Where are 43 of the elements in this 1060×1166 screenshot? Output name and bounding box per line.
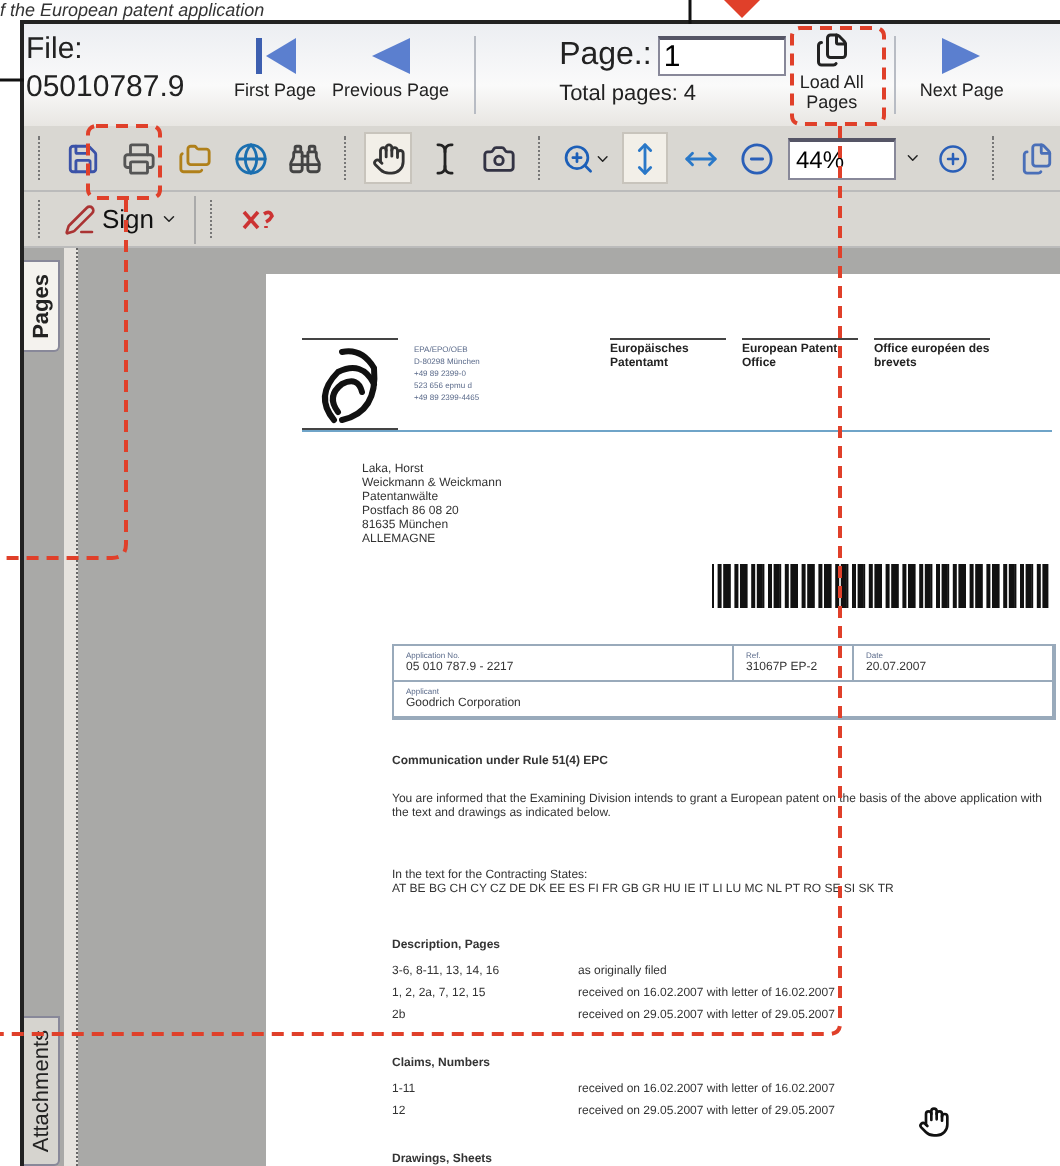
hand-tool[interactable] bbox=[364, 132, 413, 184]
x-question-icon bbox=[241, 209, 278, 229]
fit-page-tool[interactable] bbox=[621, 132, 669, 184]
save-icon bbox=[66, 141, 101, 175]
zoom-field[interactable]: 44% bbox=[787, 137, 896, 179]
load-all-pages-button[interactable]: Load All Pages bbox=[785, 24, 878, 126]
file-label: File: bbox=[26, 32, 85, 66]
side-tab[interactable]: Attachments bbox=[24, 1015, 60, 1166]
pages-icon bbox=[813, 32, 850, 68]
caret-icon bbox=[160, 210, 179, 228]
previous-page-icon bbox=[368, 36, 413, 76]
callout-frame bbox=[790, 26, 886, 126]
next-page-button[interactable]: Next Page bbox=[911, 24, 1012, 126]
print-icon bbox=[121, 141, 156, 175]
zoom-in-icon bbox=[561, 141, 594, 175]
pages-icon bbox=[1019, 141, 1054, 175]
first-page-icon bbox=[253, 36, 297, 76]
sign-button[interactable]: Sign bbox=[60, 195, 197, 243]
hand-icon bbox=[371, 141, 406, 175]
camera-icon bbox=[482, 141, 517, 175]
page-label: Page.: bbox=[559, 38, 652, 74]
splitter-handle[interactable] bbox=[64, 248, 78, 1166]
pointer-arrow bbox=[724, 0, 760, 18]
leader-line bbox=[0, 78, 24, 82]
zoom-out-icon bbox=[739, 141, 774, 175]
first-page-button[interactable]: First Page bbox=[226, 24, 325, 126]
pen-icon bbox=[64, 203, 96, 235]
side-tab[interactable]: Pages bbox=[24, 260, 60, 353]
page-field[interactable]: 1 bbox=[657, 36, 786, 76]
caption-text: f the European patent application bbox=[0, 0, 265, 20]
callout-frame bbox=[86, 124, 162, 200]
logo bbox=[302, 338, 398, 430]
total-pages-value: 4 bbox=[683, 82, 697, 106]
globe-icon bbox=[233, 141, 268, 175]
leader-line bbox=[688, 0, 692, 24]
hand-cursor-icon bbox=[918, 1106, 950, 1138]
previous-page-button[interactable]: Previous Page bbox=[324, 24, 458, 126]
total-pages-label: Total pages: bbox=[559, 82, 678, 106]
next-page-icon bbox=[939, 36, 984, 76]
file-number: 05010787.9 bbox=[26, 70, 187, 104]
binoculars-icon bbox=[288, 141, 323, 175]
folders-icon bbox=[177, 141, 212, 175]
plus-icon bbox=[938, 143, 969, 173]
